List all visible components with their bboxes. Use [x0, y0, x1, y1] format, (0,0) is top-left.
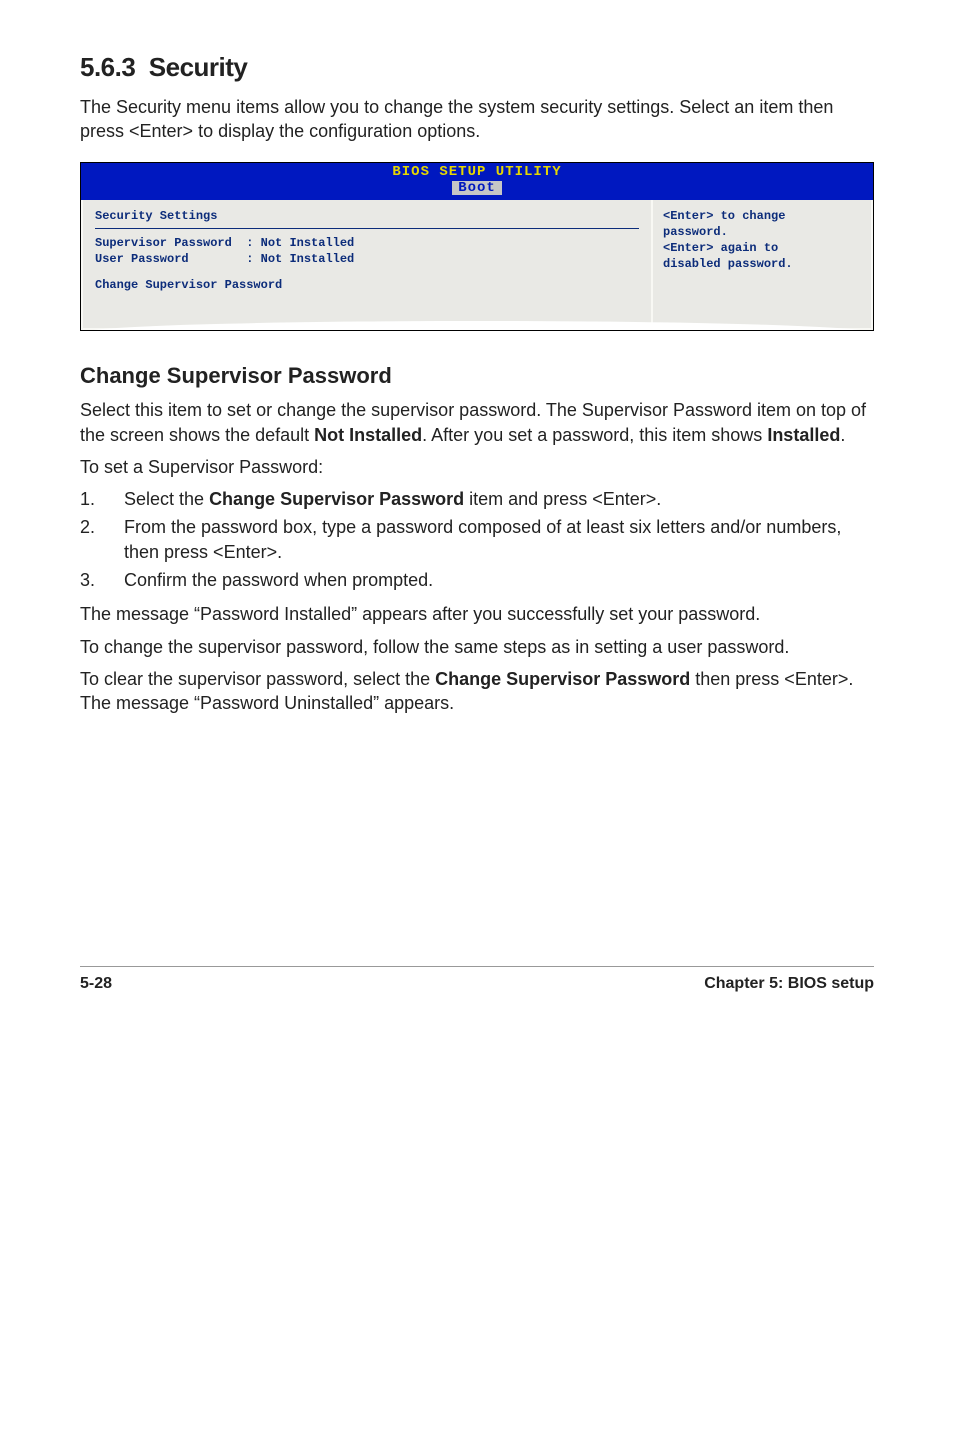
section-title: Security	[149, 52, 248, 82]
bios-row1-value: : Not Installed	[246, 236, 354, 250]
text-span: . After you set a password, this item sh…	[422, 425, 767, 445]
bios-help-line: <Enter> again to	[663, 240, 861, 256]
subheading-change-supervisor-password: Change Supervisor Password	[80, 361, 874, 391]
bios-row-supervisor: Supervisor Password : Not Installed	[95, 235, 639, 251]
page-number: 5-28	[80, 973, 112, 995]
bios-title: BIOS SETUP UTILITY	[81, 165, 873, 179]
section-heading: 5.6.3 Security	[80, 50, 874, 85]
bios-row2-value: : Not Installed	[246, 252, 354, 266]
text-bold: Change Supervisor Password	[209, 489, 464, 509]
bios-row-user: User Password : Not Installed	[95, 251, 639, 267]
paragraph: To clear the supervisor password, select…	[80, 667, 874, 716]
bios-help-line: password.	[663, 224, 861, 240]
bios-screenshot: BIOS SETUP UTILITY Boot Security Setting…	[80, 162, 874, 331]
text-bold: Change Supervisor Password	[435, 669, 690, 689]
bios-row-change-supervisor: Change Supervisor Password	[95, 277, 639, 293]
text-bold: Installed	[767, 425, 840, 445]
bios-help-line: disabled password.	[663, 256, 861, 272]
bios-body: Security Settings Supervisor Password : …	[81, 200, 873, 330]
text-span: To clear the supervisor password, select…	[80, 669, 435, 689]
text-span: .	[840, 425, 845, 445]
paragraph: The message “Password Installed” appears…	[80, 602, 874, 626]
paragraph: To set a Supervisor Password:	[80, 455, 874, 479]
section-number: 5.6.3	[80, 52, 135, 82]
bios-section-title: Security Settings	[95, 208, 639, 229]
text-span: item and press <Enter>.	[464, 489, 661, 509]
bios-help-line: <Enter> to change	[663, 208, 861, 224]
paragraph: To change the supervisor password, follo…	[80, 635, 874, 659]
bios-left-panel: Security Settings Supervisor Password : …	[81, 200, 653, 330]
step-item: Confirm the password when prompted.	[80, 568, 874, 592]
text-bold: Not Installed	[314, 425, 422, 445]
intro-paragraph: The Security menu items allow you to cha…	[80, 95, 874, 144]
bios-help-panel: <Enter> to change password. <Enter> agai…	[653, 200, 873, 330]
paragraph: Select this item to set or change the su…	[80, 398, 874, 447]
bios-header: BIOS SETUP UTILITY Boot	[81, 163, 873, 200]
text-span: Select the	[124, 489, 209, 509]
chapter-label: Chapter 5: BIOS setup	[704, 973, 874, 995]
bios-row1-label: Supervisor Password	[95, 236, 232, 250]
step-item: From the password box, type a password c…	[80, 515, 874, 564]
page-footer: 5-28 Chapter 5: BIOS setup	[80, 966, 874, 995]
step-item: Select the Change Supervisor Password it…	[80, 487, 874, 511]
steps-list: Select the Change Supervisor Password it…	[80, 487, 874, 592]
bios-row2-label: User Password	[95, 252, 189, 266]
bios-tab-boot: Boot	[452, 181, 502, 195]
